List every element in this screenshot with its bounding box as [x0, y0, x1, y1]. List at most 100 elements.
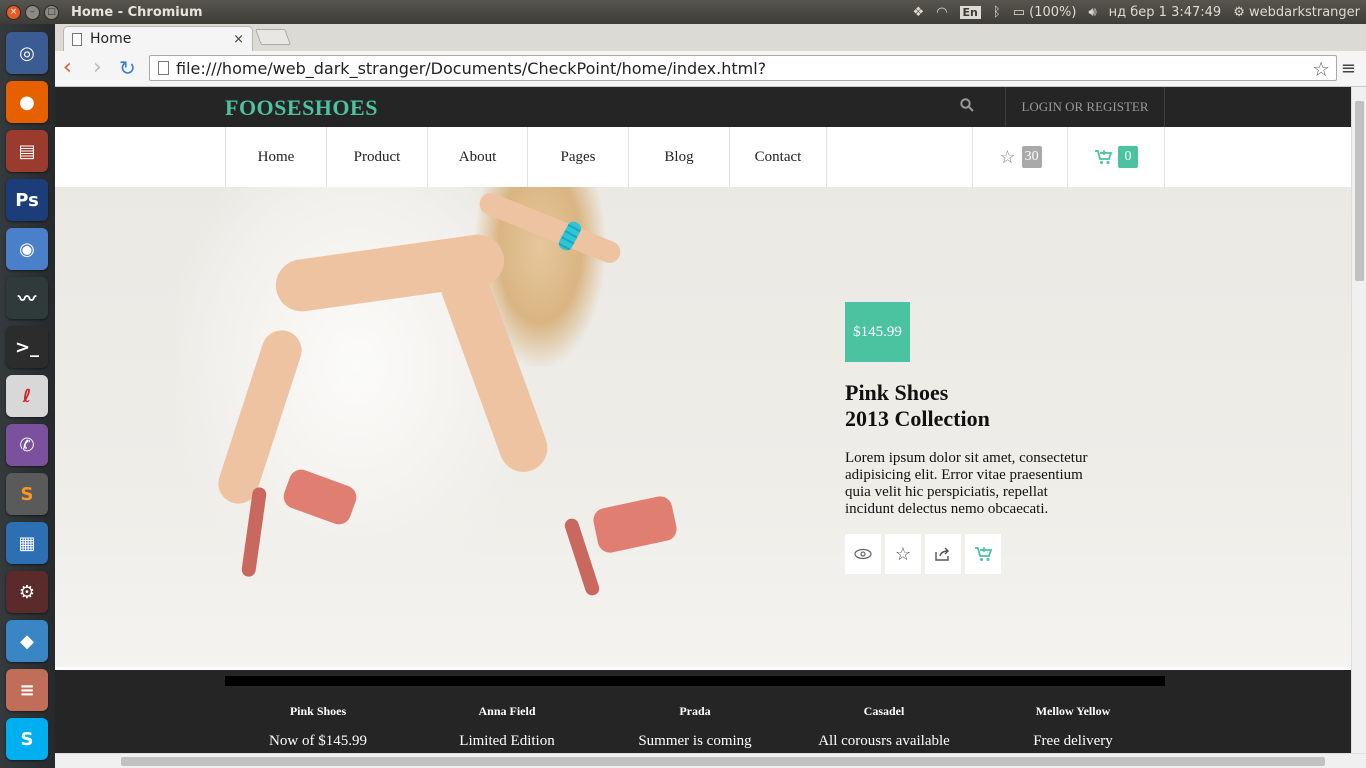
system-monitor-icon[interactable]: 〰: [6, 277, 48, 319]
horizontal-scrollbar-thumb[interactable]: [121, 757, 1325, 766]
vertical-scrollbar[interactable]: [1351, 87, 1366, 753]
user-menu[interactable]: ⚙ webdarkstranger: [1233, 5, 1360, 20]
quick-view-button[interactable]: [845, 534, 881, 574]
eye-icon: [854, 548, 872, 560]
tab-strip: Home ×: [55, 24, 1366, 51]
cart-icon: [1095, 150, 1112, 164]
nav-about[interactable]: About: [427, 127, 527, 187]
ubuntu-dash-icon[interactable]: ◎: [6, 32, 48, 74]
star-icon: ☆: [999, 146, 1016, 168]
tab-home[interactable]: Home ×: [63, 26, 253, 51]
add-to-cart-button[interactable]: [965, 534, 1001, 574]
volume-icon[interactable]: 🔊︎: [1088, 5, 1096, 20]
bluetooth-icon[interactable]: ᛒ: [993, 5, 1001, 20]
brand-item-subtitle: Summer is coming: [638, 733, 752, 749]
forward-button[interactable]: ›: [93, 56, 102, 80]
terminal-icon[interactable]: >_: [6, 326, 48, 368]
nav-product[interactable]: Product: [326, 127, 427, 187]
system-tray: ❖ ◠ En ᛒ ▭ (100%) 🔊︎ нд бер 1 3:47:49 ⚙ …: [913, 0, 1360, 24]
brand-strip: Pink Shoes Now of $145.99 Anna Field Lim…: [55, 670, 1351, 753]
wifi-icon[interactable]: ◠: [936, 5, 947, 20]
site-top-bar: FOOSESHOES LOGIN OR REGISTER: [55, 87, 1351, 127]
user-name: webdarkstranger: [1249, 4, 1360, 20]
battery-percent: (100%): [1029, 4, 1077, 20]
app-icon[interactable]: ◆: [6, 620, 48, 662]
brand-item-heading: Mellow Yellow: [1035, 704, 1111, 718]
page-icon: [72, 32, 82, 46]
site-nav: Home Product About Pages Blog Contact ☆ …: [55, 127, 1351, 187]
share-button[interactable]: [925, 534, 961, 574]
window-controls: × – □: [6, 4, 59, 20]
address-bar[interactable]: file:///home/web_dark_stranger/Documents…: [149, 55, 1337, 81]
chromium-icon[interactable]: ◉: [6, 228, 48, 270]
gear-icon: ⚙: [1233, 4, 1245, 20]
window-maximize-button[interactable]: □: [44, 4, 59, 20]
share-icon: [935, 547, 949, 561]
browser-menu-button[interactable]: ≡: [1341, 58, 1356, 79]
cart-icon: [975, 547, 992, 561]
skype-icon[interactable]: S: [6, 718, 48, 760]
nav-home[interactable]: Home: [225, 127, 326, 187]
address-bar-url: file:///home/web_dark_stranger/Documents…: [176, 58, 767, 78]
web-page: FOOSESHOES LOGIN OR REGISTER Home Produc…: [55, 87, 1351, 753]
cart-count: 0: [1118, 146, 1138, 168]
brand-strip-bar: [225, 676, 1165, 686]
nav-pages[interactable]: Pages: [527, 127, 628, 187]
brand-item-subtitle: All corousrs available: [818, 733, 950, 749]
firefox-icon[interactable]: ●: [6, 81, 48, 123]
brand-item-heading: Casadel: [863, 704, 905, 718]
nav-blog[interactable]: Blog: [628, 127, 729, 187]
brand-item-subtitle: Limited Edition: [459, 733, 555, 749]
files-icon[interactable]: ▤: [6, 130, 48, 172]
system-top-panel: × – □ Home - Chromium ❖ ◠ En ᛒ ▭ (100%) …: [0, 0, 1366, 24]
browser-toolbar: ‹ › ↻ file:///home/web_dark_stranger/Doc…: [55, 51, 1366, 87]
window-close-button[interactable]: ×: [6, 4, 21, 20]
hero-actions: ☆: [845, 534, 1001, 574]
viber-icon[interactable]: ✆: [6, 424, 48, 466]
star-icon: ☆: [894, 543, 912, 565]
mixer-icon[interactable]: ≡: [6, 669, 48, 711]
tab-title: Home: [90, 31, 132, 47]
settings-icon[interactable]: ⚙: [6, 571, 48, 613]
hero-title-line2: 2013 Collection: [845, 406, 990, 431]
nav-contact[interactable]: Contact: [729, 127, 827, 187]
hero-description: Lorem ipsum dolor sit amet, consectetur …: [845, 450, 1088, 517]
document-viewer-icon[interactable]: ℓ: [6, 375, 48, 417]
battery-indicator[interactable]: ▭ (100%): [1013, 5, 1077, 20]
battery-icon: ▭: [1012, 4, 1025, 20]
hero-banner: $145.99 Pink Shoes 2013 Collection Lorem…: [55, 187, 1351, 667]
clock[interactable]: нд бер 1 3:47:49: [1109, 5, 1222, 20]
price-tag: $145.99: [845, 302, 910, 362]
new-tab-button[interactable]: [255, 29, 291, 45]
brand-item-subtitle: Free delivery: [1033, 733, 1113, 749]
brand-item-heading: Anna Field: [478, 704, 536, 718]
hero-shoe-right: [591, 494, 679, 555]
brand-item-subtitle: Now of $145.99: [269, 733, 367, 749]
bookmark-star-icon[interactable]: ☆: [1312, 57, 1330, 81]
keyboard-layout-indicator[interactable]: En: [959, 5, 981, 19]
add-to-wishlist-button[interactable]: ☆: [885, 534, 921, 574]
sublime-text-icon[interactable]: S: [6, 473, 48, 515]
window-minimize-button[interactable]: –: [25, 4, 40, 20]
back-button[interactable]: ‹: [63, 56, 72, 80]
hero-title-line1: Pink Shoes: [845, 380, 949, 405]
brand-item-heading: Pink Shoes: [289, 704, 347, 718]
site-logo[interactable]: FOOSESHOES: [225, 95, 378, 121]
vertical-scrollbar-thumb[interactable]: [1355, 101, 1364, 281]
hero-title: Pink Shoes 2013 Collection: [845, 380, 990, 432]
browser-window: Home × ‹ › ↻ file:///home/web_dark_stran…: [55, 24, 1366, 768]
dropbox-icon[interactable]: ❖: [913, 5, 925, 20]
photoshop-icon[interactable]: Ps: [6, 179, 48, 221]
horizontal-scrollbar[interactable]: [55, 753, 1366, 768]
brand-item-heading: Prada: [679, 704, 711, 718]
writer-icon[interactable]: ▦: [6, 522, 48, 564]
window-title: Home - Chromium: [71, 4, 203, 20]
tab-close-button[interactable]: ×: [233, 32, 244, 47]
wishlist-count: 30: [1021, 146, 1042, 168]
unity-launcher: ◎ ● ▤ Ps ◉ 〰 >_ ℓ ✆ S ▦ ⚙ ◆ ≡ S: [0, 24, 55, 768]
search-icon[interactable]: [960, 98, 974, 112]
reload-button[interactable]: ↻: [119, 56, 136, 80]
cart-button[interactable]: 0: [1067, 127, 1165, 187]
login-register-link[interactable]: LOGIN OR REGISTER: [1005, 87, 1165, 127]
wishlist-button[interactable]: ☆ 30: [972, 127, 1068, 187]
